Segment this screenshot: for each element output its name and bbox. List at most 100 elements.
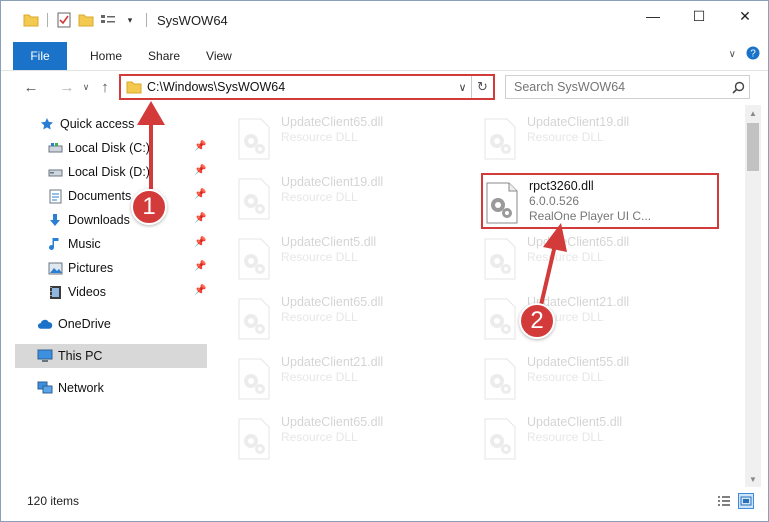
list-item[interactable]: UpdateClient5.dll Resource DLL [481, 411, 717, 469]
file-description: Resource DLL [527, 430, 604, 444]
file-name: UpdateClient65.dll [281, 115, 384, 129]
file-name: UpdateClient65.dll [281, 295, 384, 309]
step-marker-2: 2 [519, 303, 555, 339]
scroll-up-button[interactable]: ▲ [745, 105, 761, 121]
step-marker-1: 1 [131, 189, 167, 225]
file-name: UpdateClient19.dll [281, 175, 384, 189]
list-item[interactable]: UpdateClient21.dll Resource DLL [235, 351, 471, 409]
sidebar-item-label: Music [68, 237, 101, 251]
sidebar-item-this-pc[interactable]: This PC [15, 344, 207, 368]
tab-share[interactable]: Share [135, 49, 193, 63]
sidebar-item-videos[interactable]: Videos [47, 280, 197, 304]
sidebar-item-local-disk-d[interactable]: Local Disk (D:) [47, 160, 197, 184]
file-text: UpdateClient21.dll Resource DLL [281, 351, 383, 385]
pin-icon[interactable]: 📌 [194, 237, 206, 248]
list-item[interactable]: UpdateClient19.dll Resource DLL [235, 171, 471, 229]
search-input[interactable] [506, 80, 727, 94]
sidebar-item-documents[interactable]: Documents [47, 184, 197, 208]
window-controls: — ☐ ✕ [630, 1, 768, 31]
list-item[interactable]: UpdateClient65.dll Resource DLL [481, 231, 717, 289]
tab-home[interactable]: Home [77, 49, 135, 63]
ribbon-tabs: File Home Share View ∨ ? [1, 41, 768, 71]
file-description: Resource DLL [527, 370, 604, 384]
file-text: UpdateClient55.dll Resource DLL [527, 351, 629, 385]
list-item[interactable]: UpdateClient65.dll Resource DLL [235, 291, 471, 349]
dll-file-icon [235, 237, 273, 281]
drive-icon [47, 164, 63, 180]
folder-icon [126, 80, 142, 94]
pin-icon[interactable]: 📌 [194, 165, 206, 176]
search-icon[interactable] [727, 81, 749, 94]
network-icon [37, 380, 53, 396]
list-item[interactable]: UpdateClient65.dll Resource DLL [235, 111, 471, 169]
folder-icon [23, 12, 39, 28]
properties-icon[interactable] [56, 12, 72, 28]
back-button[interactable]: ← [19, 75, 43, 99]
sidebar-item-downloads[interactable]: Downloads [47, 208, 197, 232]
minimize-button[interactable]: — [630, 1, 676, 31]
large-icons-view-icon[interactable] [738, 493, 754, 509]
help-icon[interactable]: ? [746, 46, 760, 63]
list-item[interactable]: UpdateClient65.dll Resource DLL [235, 411, 471, 469]
scroll-down-button[interactable]: ▼ [745, 471, 761, 487]
dll-file-icon [235, 177, 273, 221]
up-button[interactable]: ↑ [93, 75, 117, 99]
pin-icon[interactable]: 📌 [194, 261, 206, 272]
expand-ribbon-icon[interactable]: ∨ [729, 49, 736, 60]
recent-locations-button[interactable]: ∨ [79, 75, 93, 99]
sidebar-item-label: Local Disk (C:) [68, 141, 150, 155]
sidebar-item-label: Local Disk (D:) [68, 165, 150, 179]
file-description: Resource DLL [527, 130, 604, 144]
address-bar[interactable]: C:\Windows\SysWOW64 ∨ ↻ [119, 74, 495, 100]
list-item[interactable]: UpdateClient5.dll Resource DLL [235, 231, 471, 289]
pictures-icon [47, 260, 63, 276]
tab-view[interactable]: View [193, 49, 245, 63]
sidebar-item-label: Documents [68, 189, 132, 203]
sidebar-item-quick-access[interactable]: Quick access [39, 112, 199, 136]
sidebar-item-network[interactable]: Network [37, 376, 197, 400]
vertical-scrollbar[interactable]: ▲ ▼ [745, 105, 761, 487]
address-path[interactable]: C:\Windows\SysWOW64 [121, 80, 453, 94]
sidebar-item-label: Downloads [68, 213, 130, 227]
file-text: UpdateClient5.dll Resource DLL [281, 231, 376, 265]
pin-icon[interactable]: 📌 [194, 141, 206, 152]
dll-file-icon [481, 357, 519, 401]
list-item[interactable]: UpdateClient19.dll Resource DLL [481, 111, 717, 169]
maximize-button[interactable]: ☐ [676, 1, 722, 31]
list-item[interactable]: UpdateClient21.dll Resource DLL [481, 291, 717, 349]
status-bar: 120 items [1, 489, 768, 513]
pin-icon[interactable]: 📌 [194, 189, 206, 200]
new-folder-icon[interactable] [78, 12, 94, 28]
close-button[interactable]: ✕ [722, 1, 768, 31]
tab-file[interactable]: File [13, 41, 67, 70]
forward-button[interactable]: → [55, 75, 79, 99]
file-description: Resource DLL [281, 190, 358, 204]
sidebar-item-label: OneDrive [58, 317, 111, 331]
music-icon [47, 236, 63, 252]
drive-icon [47, 140, 63, 156]
sidebar-item-label: This PC [58, 349, 103, 363]
sidebar-item-onedrive[interactable]: OneDrive [37, 312, 197, 336]
dll-file-icon [481, 117, 519, 161]
sidebar-item-music[interactable]: Music [47, 232, 197, 256]
search-box[interactable] [505, 75, 750, 99]
file-name: UpdateClient55.dll [527, 355, 630, 369]
file-description: Resource DLL [281, 370, 358, 384]
sidebar-item-local-disk-c[interactable]: Local Disk (C:) [47, 136, 197, 160]
pin-icon[interactable]: 📌 [194, 213, 206, 224]
scroll-thumb[interactable] [747, 123, 759, 171]
chevron-down-icon[interactable]: ▾ [122, 12, 138, 28]
list-item[interactable]: UpdateClient55.dll Resource DLL [481, 351, 717, 409]
pin-icon[interactable]: 📌 [194, 285, 206, 296]
dll-file-icon [481, 417, 519, 461]
file-text: UpdateClient65.dll Resource DLL [281, 411, 383, 445]
details-view-icon[interactable] [716, 493, 732, 509]
file-description: Resource DLL [281, 250, 358, 264]
customize-toolbar-icon[interactable] [100, 12, 116, 28]
file-text: UpdateClient65.dll Resource DLL [281, 291, 383, 325]
videos-icon [47, 284, 63, 300]
ribbon-right-controls: ∨ ? [729, 46, 760, 63]
address-dropdown-button[interactable]: ∨ [453, 76, 471, 98]
sidebar-item-pictures[interactable]: Pictures [47, 256, 197, 280]
refresh-button[interactable]: ↻ [471, 76, 493, 98]
